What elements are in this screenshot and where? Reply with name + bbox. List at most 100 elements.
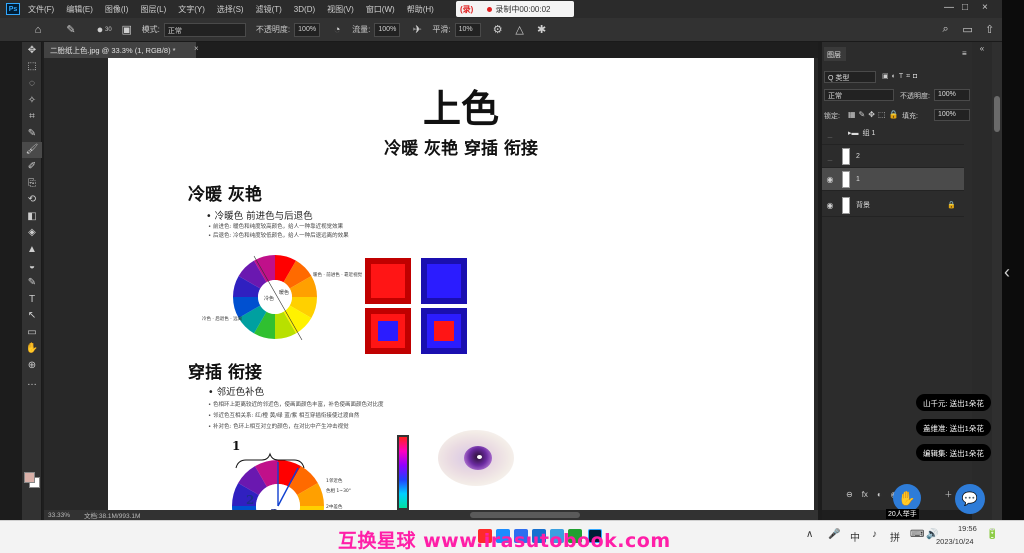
tray-overflow-icon[interactable]: ∧ (806, 529, 813, 540)
lasso-tool-icon[interactable]: ◌ (22, 75, 42, 92)
airbrush-icon[interactable]: ✈ (409, 22, 425, 38)
fx-icon[interactable]: fx (862, 490, 868, 499)
clock-date[interactable]: 2023/10/24 (936, 537, 974, 546)
layer-thumbnail (842, 147, 850, 165)
brush-tool-icon[interactable]: 🖌 (22, 141, 42, 159)
close-button[interactable]: × (982, 2, 988, 13)
eyedropper-tool-icon[interactable]: ✎ (22, 125, 42, 142)
music-icon[interactable]: ♪ (872, 529, 877, 540)
slide-subtitle: 冷暖 灰艳 穿插 衔接 (384, 139, 538, 159)
document-tab[interactable]: 二胎纸上色.jpg @ 33.3% (1, RGB/8) * (44, 42, 196, 58)
menu-view[interactable]: 视图(V) (327, 4, 354, 15)
live-comment: 山千元: 送出1朵花 (916, 394, 991, 411)
gradient-tool-icon[interactable]: ◈ (22, 225, 42, 242)
layer-row-2[interactable]: _ 2 (822, 145, 964, 168)
input-method-label[interactable]: 中 (850, 529, 860, 544)
layer-hidden-icon[interactable]: _ (822, 129, 838, 138)
magic-wand-tool-icon[interactable]: ✧ (22, 92, 42, 109)
layers-tab[interactable]: 图层 (824, 47, 846, 61)
blur-tool-icon[interactable]: ▲ (22, 241, 42, 258)
shape-tool-icon[interactable]: ▭ (22, 324, 42, 341)
document-canvas[interactable]: 上色 冷暖 灰艳 穿插 衔接 冷暖 灰艳 • 冷暖色 前进色与后退色 • 前进色… (108, 58, 814, 510)
pressure-opacity-icon[interactable]: ◔ (329, 22, 345, 38)
menu-file[interactable]: 文件(F) (28, 4, 54, 15)
menu-filter[interactable]: 滤镜(T) (256, 4, 282, 15)
blend-mode-select[interactable]: 正常 (824, 89, 894, 101)
home-icon[interactable]: ⌂ (30, 22, 46, 38)
vertical-scroll-thumb[interactable] (994, 96, 1000, 132)
symmetry-icon[interactable]: ✱ (534, 22, 550, 38)
red-square (365, 258, 411, 304)
layer-hidden-icon[interactable]: _ (822, 152, 838, 161)
keyboard-icon[interactable]: ⌨ (910, 529, 924, 540)
dodge-tool-icon[interactable]: ◒ (22, 258, 42, 275)
zoom-tool-icon[interactable]: ⊕ (22, 357, 42, 374)
chevron-left-icon[interactable]: ‹ (1004, 262, 1010, 283)
menu-window[interactable]: 窗口(W) (366, 4, 395, 15)
maximize-button[interactable]: □ (962, 2, 968, 13)
marquee-tool-icon[interactable]: ⬚ (22, 59, 42, 76)
raise-hand-button[interactable]: ✋ (893, 484, 921, 512)
battery-icon[interactable]: 🔋 (986, 529, 998, 540)
hand-tool-icon[interactable]: ✋ (22, 341, 42, 358)
foreground-color-swatch[interactable] (24, 472, 35, 483)
flow-field[interactable]: 100% (374, 22, 401, 37)
move-tool-icon[interactable]: ✥ (22, 42, 42, 59)
brush-tool-icon[interactable]: ✎ (63, 22, 79, 38)
adjustment-icon[interactable]: ◐ (877, 490, 882, 499)
layer-opacity-field[interactable]: 100% (934, 89, 970, 101)
section2-sub1: • 色相环上距离较近的邻近色，使画面颜色丰富，补色使画面颜色对比度 (208, 402, 384, 408)
collapse-panel-icon[interactable]: « (972, 44, 992, 53)
path-select-tool-icon[interactable]: ↖ (22, 308, 42, 325)
menu-layer[interactable]: 图层(L) (140, 4, 166, 15)
crop-tool-icon[interactable]: ⌗ (22, 108, 42, 125)
menu-image[interactable]: 图像(I) (105, 4, 129, 15)
pencil-tool-icon[interactable]: ✐ (22, 158, 42, 175)
more-tools-icon[interactable]: … (22, 374, 42, 391)
smooth-settings-gear-icon[interactable]: ⚙ (490, 22, 506, 38)
fill-field[interactable]: 100% (934, 109, 970, 121)
opacity-field[interactable]: 100% (294, 22, 321, 37)
chat-button[interactable]: 💬 (955, 484, 985, 514)
horizontal-scroll-thumb[interactable] (470, 512, 580, 518)
new-layer-icon[interactable]: ＋ (944, 489, 952, 500)
workspace-icon[interactable]: ▭ (960, 22, 976, 38)
layer-filter-select[interactable]: Q 类型 (824, 71, 876, 83)
menu-type[interactable]: 文字(Y) (178, 4, 205, 15)
brush-panel-icon[interactable]: ▣ (119, 22, 135, 38)
pen-tool-icon[interactable]: ✎ (22, 274, 42, 291)
layer-row-background[interactable]: ◉ 背景 🔒 (822, 194, 964, 217)
canvas-area[interactable]: 上色 冷暖 灰艳 穿插 衔接 冷暖 灰艳 • 冷暖色 前进色与后退色 • 前进色… (44, 58, 818, 510)
clone-stamp-tool-icon[interactable]: ⎘ (22, 175, 42, 192)
eye-icon[interactable]: ◉ (822, 201, 838, 210)
microphone-icon[interactable]: 🎤 (828, 529, 840, 540)
mode-select[interactable]: 正常 (163, 22, 246, 37)
document-tab-close-icon[interactable]: × (194, 44, 199, 53)
color-swatches[interactable] (24, 472, 40, 488)
panel-menu-icon[interactable]: ≡ (962, 49, 967, 58)
layer-row-group-1[interactable]: _ ▸▬ 组 1 (822, 122, 964, 145)
history-brush-tool-icon[interactable]: ⟲ (22, 191, 42, 208)
clock-time[interactable]: 19:56 (958, 524, 977, 533)
eraser-tool-icon[interactable]: ◧ (22, 208, 42, 225)
zoom-level[interactable]: 33.33% (48, 512, 70, 519)
layer-row-1[interactable]: ◉ 1 (822, 168, 964, 191)
angle-icon[interactable]: △ (512, 22, 528, 38)
pinyin-label[interactable]: 拼 (890, 529, 900, 544)
search-icon[interactable]: ⌕ (938, 22, 954, 38)
link-layers-icon[interactable]: ⊖ (846, 490, 853, 499)
type-tool-icon[interactable]: T (22, 291, 42, 308)
menu-3d[interactable]: 3D(D) (294, 5, 315, 14)
menu-edit[interactable]: 编辑(E) (66, 4, 93, 15)
minimize-button[interactable]: — (944, 2, 954, 13)
layer-name: 1 (856, 175, 860, 183)
lock-icons[interactable]: ▦✎✥⬚🔒 (848, 110, 901, 119)
opacity-label: 不透明度: (900, 93, 930, 100)
menu-help[interactable]: 帮助(H) (407, 4, 434, 15)
smooth-field[interactable]: 10% (454, 22, 481, 37)
share-icon[interactable]: ⇧ (982, 22, 998, 38)
menu-select[interactable]: 选择(S) (217, 4, 244, 15)
recording-indicator[interactable]: (录) 录制中00:00:02 (456, 1, 574, 17)
eye-icon[interactable]: ◉ (822, 175, 838, 184)
layer-filter-icons[interactable]: ▣◐T⌗◘ (882, 72, 920, 81)
